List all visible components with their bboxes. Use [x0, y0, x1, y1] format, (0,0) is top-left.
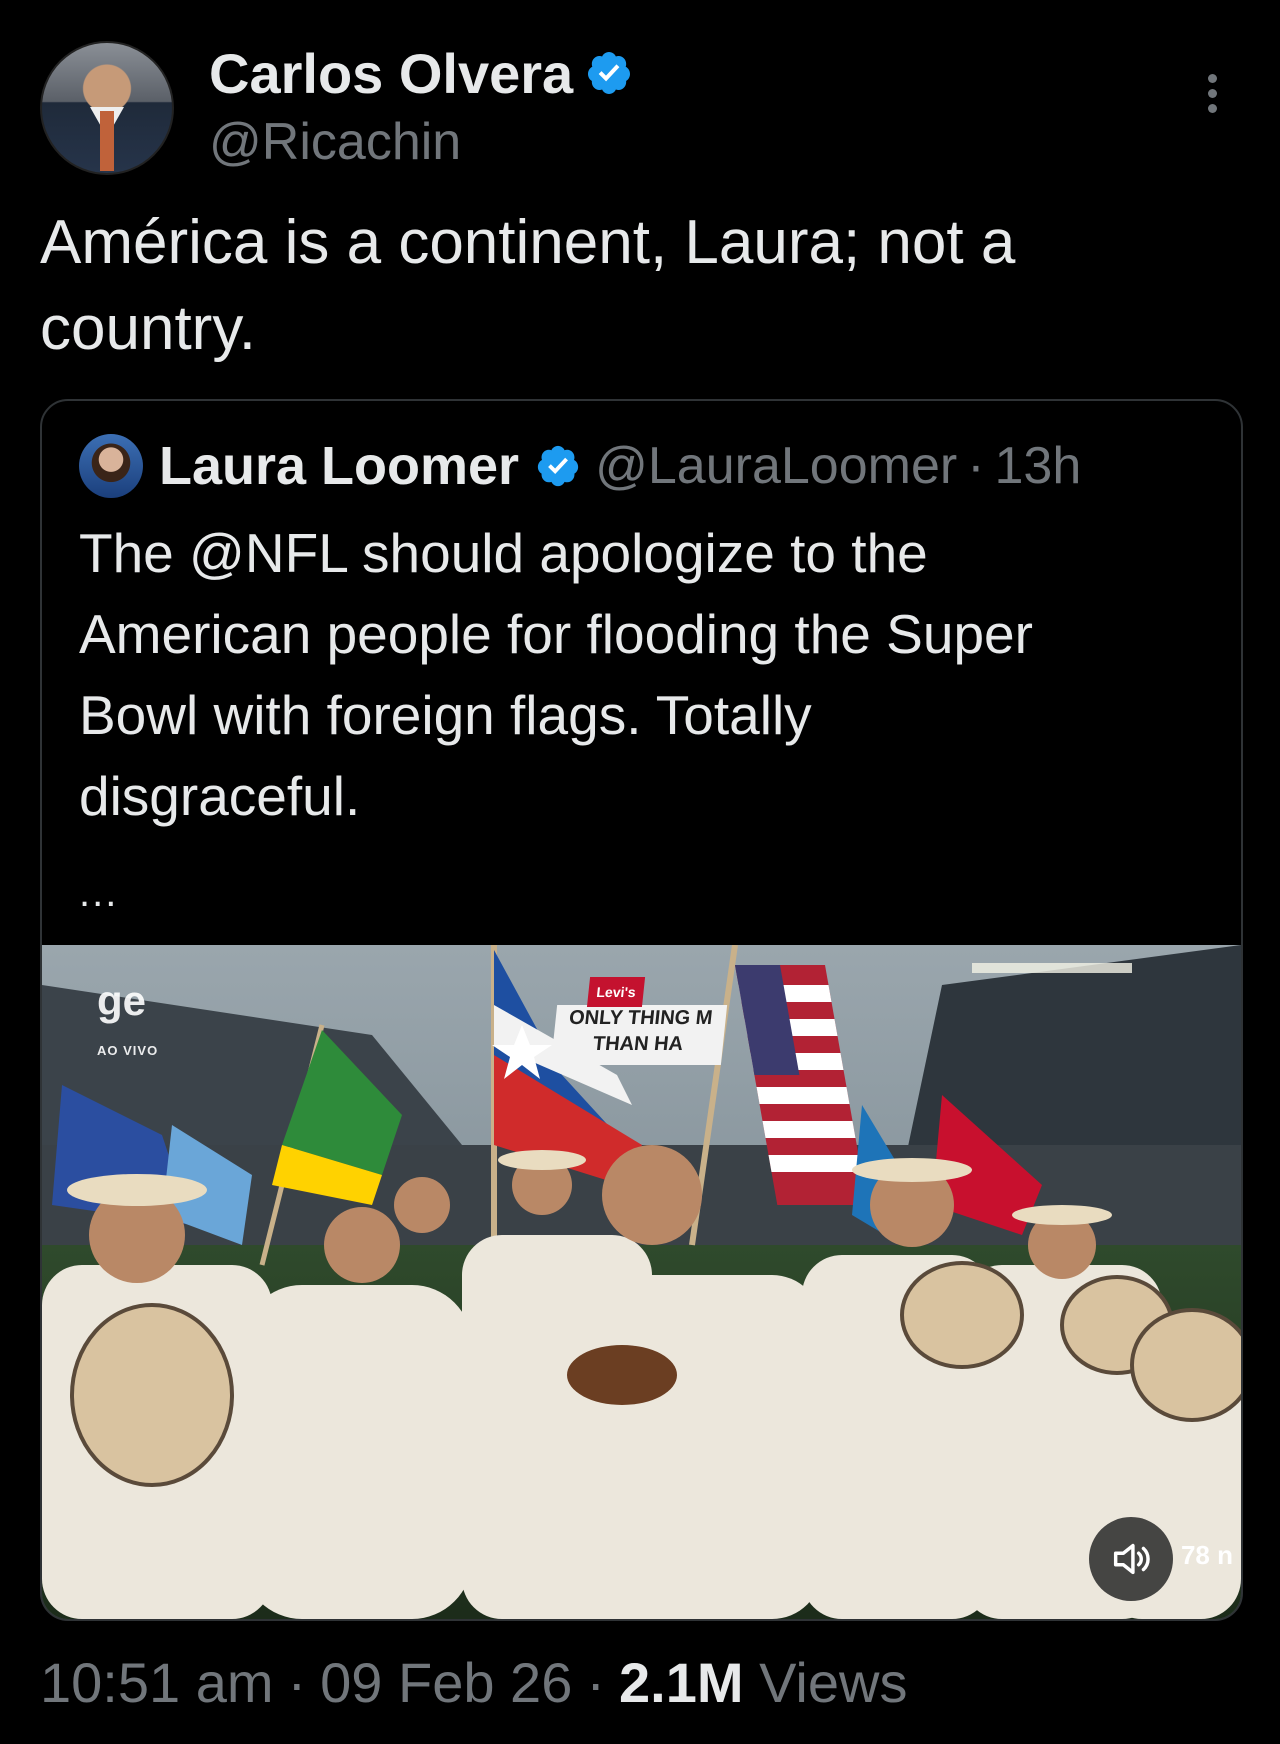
views-label[interactable]: Views [759, 1651, 907, 1714]
sign-text-line: ONLY THING M [567, 1007, 714, 1029]
separator-dot: · [287, 1651, 307, 1714]
quoted-video[interactable]: ge AO VIVO Levi's ONLY THING M THAN HA 7… [42, 945, 1241, 1619]
quoted-author-handle[interactable]: @LauraLoomer [595, 436, 957, 496]
quoted-tweet-header: Laura Loomer @LauraLoomer · 13h [79, 434, 1081, 498]
broadcaster-logo: ge AO VIVO [97, 980, 159, 1071]
author-handle[interactable]: @Ricachin [209, 112, 633, 172]
sign-text-line: THAN HA [591, 1033, 685, 1055]
show-more-ellipsis[interactable]: ... [79, 871, 118, 916]
speaker-icon[interactable] [1089, 1517, 1173, 1601]
more-options-icon[interactable] [1206, 74, 1218, 113]
separator-dot: · [586, 1651, 606, 1714]
author-avatar[interactable] [40, 41, 174, 175]
author-display-name-text[interactable]: Carlos Olvera [209, 41, 573, 106]
quoted-author-avatar[interactable] [79, 434, 143, 498]
author-name-block: Carlos Olvera @Ricachin [209, 38, 633, 172]
speaker-glyph [1113, 1543, 1150, 1575]
quoted-text-line: The @NFL should apologize to the [79, 522, 928, 584]
quoted-tweet-card[interactable]: Laura Loomer @LauraLoomer · 13h The @NFL… [40, 399, 1243, 1621]
tweet-header: Carlos Olvera @Ricachin [40, 38, 1240, 178]
tweet-text: América is a continent, Laura; not a cou… [40, 200, 1220, 372]
stadium-sign: Levi's ONLY THING M THAN HA [550, 977, 728, 1065]
live-label: AO VIVO [97, 1043, 159, 1058]
tweet-date[interactable]: 09 Feb 26 [320, 1651, 572, 1714]
quoted-author-name[interactable]: Laura Loomer [159, 435, 519, 497]
quoted-text-line: disgraceful. [79, 765, 361, 827]
tweet-time[interactable]: 10:51 am [40, 1651, 274, 1714]
sign-brand: Levi's [586, 977, 646, 1007]
broadcaster-logo-text: ge [97, 977, 147, 1024]
views-count[interactable]: 2.1M [619, 1651, 744, 1714]
quoted-timestamp[interactable]: 13h [995, 436, 1082, 496]
quoted-tweet-text: The @NFL should apologize to the America… [79, 513, 1199, 837]
video-view-count: 78 n [1180, 1540, 1233, 1570]
verified-badge-icon [588, 52, 631, 94]
verified-badge-icon [537, 445, 579, 487]
quoted-text-line: American people for flooding the Super [79, 603, 1033, 665]
tweet-text-line: country. [40, 294, 256, 363]
tweet-metadata: 10:51 am · 09 Feb 26 · 2.1M Views [40, 1650, 907, 1715]
author-display-name[interactable]: Carlos Olvera [209, 38, 633, 108]
tweet-text-line: América is a continent, Laura; not a [40, 208, 1016, 277]
quoted-text-line: Bowl with foreign flags. Totally [79, 684, 812, 746]
separator-dot: · [967, 437, 985, 495]
